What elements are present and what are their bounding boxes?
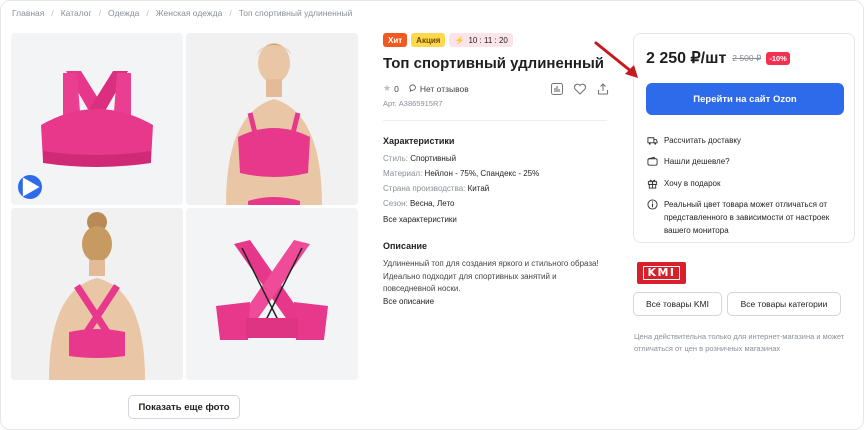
hit-badge: Хит	[383, 33, 408, 47]
spec-row: Материал: Нейлон - 75%, Спандекс - 25%	[383, 169, 539, 178]
all-specs-link[interactable]: Все характеристики	[383, 215, 457, 224]
reviews-icon	[409, 83, 417, 94]
spec-value: Нейлон - 75%, Спандекс - 25%	[424, 169, 540, 178]
calc-delivery-link[interactable]: Рассчитать доставку	[647, 134, 741, 147]
option-label: Рассчитать доставку	[664, 136, 741, 145]
share-icon[interactable]	[596, 82, 610, 96]
current-price: 2 250 ₽/шт	[646, 50, 727, 67]
option-label: Реальный цвет товара может отличаться от…	[664, 200, 830, 235]
breadcrumb: Главная / Каталог / Одежда / Женская оде…	[12, 8, 352, 18]
star-icon: ★	[383, 83, 392, 93]
wallet-icon	[647, 156, 658, 166]
price-block: 2 250 ₽/шт 2 500 ₽ -10%	[646, 48, 790, 68]
breadcrumb-womens[interactable]: Женская одежда	[156, 8, 223, 18]
breadcrumb-current: Топ спортивный удлиненный	[238, 8, 353, 18]
breadcrumb-clothing[interactable]: Одежда	[108, 8, 139, 18]
option-label: Хочу в подарок	[664, 179, 721, 188]
play-icon	[22, 177, 40, 197]
product-actions	[550, 82, 610, 96]
spec-row: Страна производства: Китай	[383, 184, 489, 193]
truck-icon	[647, 137, 658, 145]
promo-badge: Акция	[411, 33, 446, 47]
divider	[383, 120, 607, 121]
gift-link[interactable]: Хочу в подарок	[647, 177, 721, 190]
reviews-link[interactable]: Нет отзывов	[420, 84, 469, 94]
spec-row: Сезон: Весна, Лето	[383, 199, 455, 208]
breadcrumb-separator: /	[51, 8, 54, 18]
play-video-button[interactable]	[18, 175, 42, 199]
product-badges: Хит Акция ⚡ 10 : 11 : 20	[383, 33, 513, 47]
product-title: Топ спортивный удлиненный	[383, 55, 604, 72]
price-disclaimer: Цена действительна только для интернет-м…	[634, 332, 845, 353]
spec-value: Спортивный	[410, 154, 457, 163]
breadcrumb-separator: /	[98, 8, 102, 18]
heart-icon[interactable]	[573, 82, 587, 96]
rating-row: ★ 0 Нет отзывов	[383, 83, 469, 94]
all-category-products-button[interactable]: Все товары категории	[727, 292, 841, 316]
gallery-photo-4[interactable]	[186, 208, 358, 380]
sports-bra-back-image	[216, 240, 328, 340]
rating-value: 0	[394, 83, 399, 94]
discount-badge: -10%	[766, 51, 790, 65]
specs-heading: Характеристики	[383, 136, 455, 146]
info-icon	[647, 199, 658, 210]
found-cheaper-link[interactable]: Нашли дешевле?	[647, 155, 730, 168]
countdown-badge: ⚡ 10 : 11 : 20	[449, 33, 513, 47]
spec-value: Весна, Лето	[409, 199, 455, 208]
description-heading: Описание	[383, 241, 428, 251]
spec-label: Страна производства:	[383, 184, 466, 193]
countdown-value: 10 : 11 : 20	[468, 35, 508, 45]
arrow-annotation-icon	[594, 41, 638, 78]
description-text: Удлиненный топ для создания яркого и сти…	[383, 259, 599, 293]
all-description-link[interactable]: Все описание	[383, 297, 434, 306]
all-brand-products-button[interactable]: Все товары KMI	[633, 292, 722, 316]
spec-label: Стиль:	[383, 154, 408, 163]
model-back-image	[11, 208, 183, 380]
gallery-photo-3[interactable]	[11, 208, 183, 380]
brand-logo[interactable]: KMI	[637, 262, 686, 284]
show-more-photos-button[interactable]: Показать еще фото	[128, 395, 240, 419]
gift-icon	[647, 179, 658, 189]
old-price: 2 500 ₽	[732, 52, 762, 63]
brand-logo-text: KMI	[643, 266, 680, 280]
go-to-ozon-button[interactable]: Перейти на сайт Ozon	[646, 83, 844, 115]
gallery-photo-1[interactable]	[11, 33, 183, 205]
compare-icon[interactable]	[550, 82, 564, 96]
spec-label: Материал:	[383, 169, 423, 178]
breadcrumb-separator: /	[229, 8, 232, 18]
article-number: Арт. A3865915R7	[383, 99, 443, 108]
breadcrumb-separator: /	[146, 8, 149, 18]
model-front-image	[186, 33, 358, 205]
breadcrumb-home[interactable]: Главная	[12, 8, 44, 18]
option-label: Нашли дешевле?	[664, 157, 730, 166]
color-disclaimer: Реальный цвет товара может отличаться от…	[647, 198, 843, 237]
product-gallery	[11, 33, 359, 381]
breadcrumb-catalog[interactable]: Каталог	[61, 8, 92, 18]
gallery-photo-2[interactable]	[186, 33, 358, 205]
spec-label: Сезон:	[383, 199, 408, 208]
spec-value: Китай	[467, 184, 490, 193]
lightning-icon: ⚡	[454, 35, 465, 45]
spec-row: Стиль: Спортивный	[383, 154, 456, 163]
